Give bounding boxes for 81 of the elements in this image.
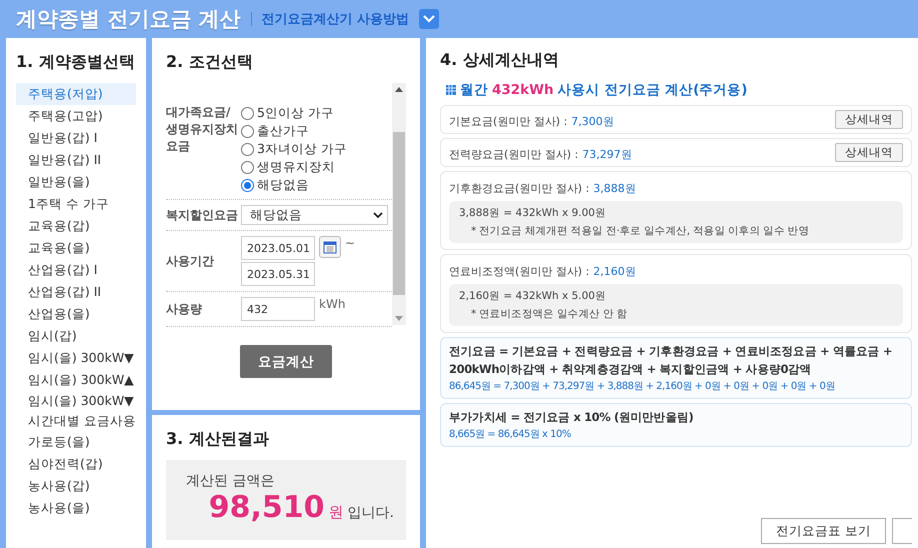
calculate-button[interactable]: 요금계산: [240, 345, 332, 378]
chevron-down-icon: [423, 15, 436, 23]
calculation-note: * 연료비조정액은 일수계산 안 함: [470, 307, 628, 321]
contract-type-item[interactable]: 산업용(갑) I: [16, 259, 136, 281]
panel-heading: 1. 계약종별선택: [16, 52, 136, 73]
contract-type-item[interactable]: 1주택 수 가구: [16, 193, 136, 215]
contract-type-item[interactable]: 임시(을) 300kW▲: [16, 369, 136, 391]
calculation-formula: 2,160원 = 432kWh x 5.00원: [459, 289, 607, 303]
formula-values: 8,665원 = 86,645원 x 10%: [449, 428, 572, 442]
scroll-up-icon[interactable]: [395, 87, 403, 92]
radio-button[interactable]: [241, 106, 254, 120]
scroll-down-icon[interactable]: [395, 316, 403, 321]
formula-title: 전기요금 = 기본요금 + 전력량요금 + 기후환경요금 + 연료비조정요금 + 역률요금 + 200kWh이하감액 + 취약계층경감액 + 복지할인금액 + 사용량0감액: [449, 343, 894, 378]
charge-label: 기본요금(원미만 절사) :: [449, 115, 568, 128]
contract-type-item[interactable]: 주택용(저압): [16, 83, 136, 105]
scrollbar[interactable]: [392, 83, 406, 325]
chevron-down-icon: [373, 212, 383, 218]
subtitle-text: 월간: [460, 81, 488, 99]
charge-label: 전력량요금(원미만 절사) :: [449, 148, 578, 161]
field-label: 대가족요금/ 생명유지장치 요금: [166, 104, 239, 155]
formula-title: 부가가치세 = 전기요금 x 10% (원미만반올림): [449, 409, 694, 426]
panel-heading: 2. 조건선택: [166, 52, 254, 73]
formula-values: 86,645원 = 7,300원 + 73,297원 + 3,888원 + 2,160원 + 0원 + 0원 + 0원 + 0원 + 0원: [449, 380, 836, 394]
calculation-formula: 3,888원 = 432kWh x 9.00원: [459, 206, 607, 220]
contract-type-item[interactable]: 산업용(을): [16, 303, 136, 325]
start-date-field[interactable]: 2023.05.01: [241, 236, 315, 260]
contract-type-item[interactable]: 임시(갑): [16, 325, 136, 347]
contract-type-item[interactable]: 농사용(갑): [16, 475, 136, 497]
calculation-note: * 전기요금 체계개편 적용일 전·후로 일수계산, 적용일 이후의 일수 반영: [470, 224, 810, 238]
contract-type-item[interactable]: 심야전력(갑): [16, 453, 136, 475]
radio-option[interactable]: 출산가구: [241, 122, 347, 140]
radio-button[interactable]: [241, 160, 254, 174]
charge-label: 연료비조정액(원미만 절사) :: [449, 264, 590, 278]
radio-option[interactable]: 5인이상 가구: [241, 104, 347, 122]
usage-highlight: 432kWh: [492, 82, 554, 98]
date-separator: ~: [345, 236, 356, 250]
calendar-icon: [323, 240, 337, 254]
contract-type-item[interactable]: 임시(을) 300kW▼: [16, 347, 136, 369]
contract-type-item[interactable]: 가로등(을): [16, 431, 136, 453]
contract-type-item[interactable]: 교육용(을): [16, 237, 136, 259]
welfare-select[interactable]: 해당없음: [241, 205, 388, 225]
details-button[interactable]: 상세내역: [835, 110, 903, 129]
hatched-square-icon: [446, 85, 456, 95]
cut-off-button[interactable]: [892, 518, 912, 544]
field-label: 복지할인요금: [166, 206, 239, 224]
radio-option[interactable]: 3자녀이상 가구: [241, 140, 347, 158]
contract-type-item[interactable]: 교육용(갑): [16, 215, 136, 237]
charge-value: 73,297원: [582, 148, 632, 161]
currency-unit: 원: [328, 503, 344, 522]
dropdown-button[interactable]: [419, 9, 440, 29]
radio-button[interactable]: [241, 178, 254, 192]
field-label: 사용량: [166, 300, 203, 318]
charge-value: 3,888원: [593, 182, 636, 194]
calendar-button[interactable]: [319, 236, 341, 258]
charge-value: 2,160원: [593, 264, 636, 278]
panel-heading: 3. 계산된결과: [166, 429, 270, 450]
unit-label: kWh: [319, 297, 346, 311]
usage-field[interactable]: 432: [241, 297, 315, 321]
panel-heading: 4. 상세계산내역: [440, 50, 560, 71]
result-suffix: 입니다.: [348, 504, 394, 522]
end-date-field[interactable]: 2023.05.31: [241, 262, 315, 286]
radio-button[interactable]: [241, 124, 254, 138]
subtitle-text: 사용시 전기요금 계산(주거용): [558, 81, 748, 99]
contract-type-item[interactable]: 산업용(갑) II: [16, 281, 136, 303]
details-button[interactable]: 상세내역: [835, 143, 903, 162]
charge-label: 기후환경요금(원미만 절사) :: [449, 182, 590, 194]
contract-type-item[interactable]: 일반용(갑) II: [16, 149, 136, 171]
contract-type-item[interactable]: 주택용(고압): [16, 105, 136, 127]
contract-type-item[interactable]: 농사용(을): [16, 497, 136, 519]
radio-button[interactable]: [241, 142, 254, 156]
page-title: 계약종별 전기요금 계산: [16, 6, 241, 33]
contract-type-item[interactable]: 임시(을) 300kW▼ 시간대별 요금사용: [16, 391, 136, 431]
radio-option[interactable]: 해당없음: [241, 176, 347, 194]
result-amount: 98,510: [208, 490, 325, 525]
contract-type-item[interactable]: 일반용(을): [16, 171, 136, 193]
field-label: 사용기간: [166, 252, 215, 270]
radio-option[interactable]: 생명유지장치: [241, 158, 347, 176]
charge-value: 7,300원: [571, 115, 614, 128]
result-prefix: 계산된 금액은: [186, 472, 276, 490]
contract-type-item[interactable]: 일반용(갑) I: [16, 127, 136, 149]
rate-table-button[interactable]: 전기요금표 보기: [761, 518, 886, 544]
